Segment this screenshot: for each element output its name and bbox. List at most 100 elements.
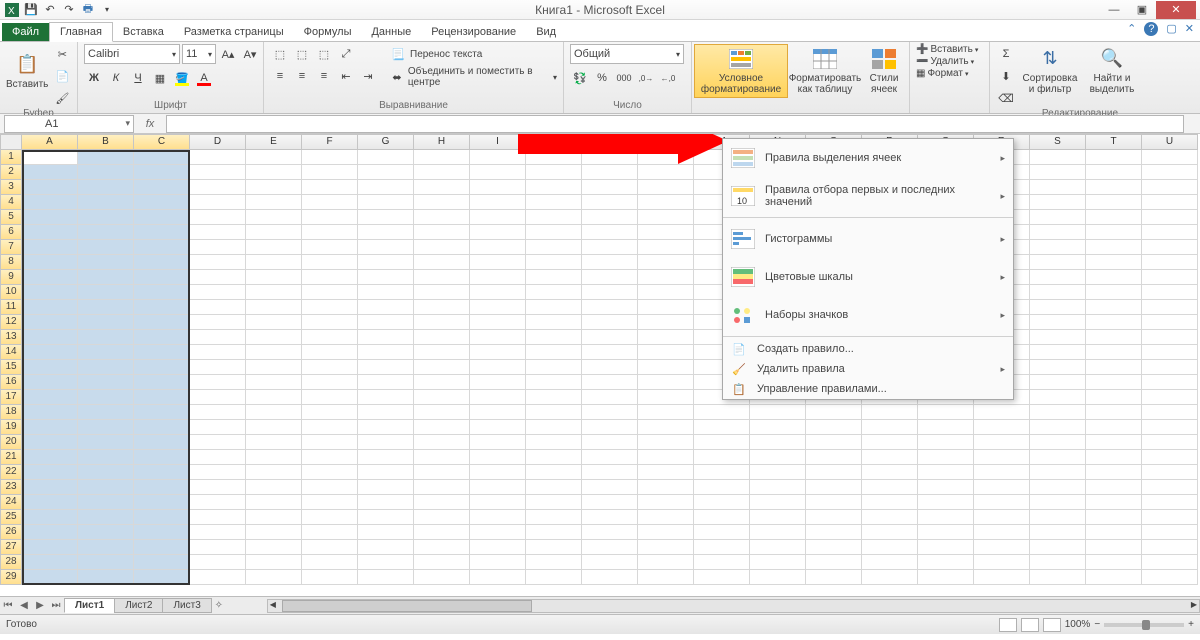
cell[interactable] [694,570,750,585]
cell[interactable] [1030,330,1086,345]
cell[interactable] [22,540,78,555]
italic-button[interactable]: К [106,68,126,88]
cell[interactable] [22,405,78,420]
cell[interactable] [78,510,134,525]
cell[interactable] [470,465,526,480]
column-header-U[interactable]: U [1142,134,1198,150]
cell[interactable] [358,435,414,450]
cell[interactable] [358,405,414,420]
sheet-nav-last[interactable]: ⏭ [48,600,64,611]
cell[interactable] [190,495,246,510]
cell[interactable] [638,510,694,525]
cell[interactable] [1142,345,1198,360]
cell[interactable] [78,375,134,390]
cf-icon-sets[interactable]: Наборы значков▸ [723,296,1013,334]
cell[interactable] [638,435,694,450]
cell[interactable] [1086,525,1142,540]
align-bottom-button[interactable]: ⬚ [314,44,334,64]
cell[interactable] [190,150,246,165]
cell[interactable] [414,345,470,360]
cell[interactable] [134,300,190,315]
cell[interactable] [638,195,694,210]
select-all-corner[interactable] [0,134,22,150]
cell[interactable] [302,555,358,570]
cell[interactable] [1086,270,1142,285]
merge-center-button[interactable]: ⬌Объединить и поместить в центре▾ [388,66,557,88]
cell[interactable] [1142,480,1198,495]
cell[interactable] [358,330,414,345]
cell[interactable] [1086,180,1142,195]
close-workbook-icon[interactable]: ✕ [1185,22,1194,36]
align-center-button[interactable]: ≡ [292,66,312,86]
cell[interactable] [190,270,246,285]
cell[interactable] [414,360,470,375]
cell[interactable] [862,405,918,420]
cell[interactable] [1030,285,1086,300]
font-size-combo[interactable]: 11▾ [182,44,216,64]
cell[interactable] [526,345,582,360]
cell[interactable] [78,450,134,465]
row-header-13[interactable]: 13 [0,330,22,345]
cell[interactable] [1086,150,1142,165]
cell[interactable] [694,450,750,465]
help-icon[interactable]: ? [1144,22,1158,36]
cell[interactable] [582,285,638,300]
row-header-16[interactable]: 16 [0,375,22,390]
cell[interactable] [358,300,414,315]
cell[interactable] [190,435,246,450]
cell[interactable] [582,465,638,480]
zoom-out-button[interactable]: − [1094,619,1100,630]
cell[interactable] [526,270,582,285]
cell[interactable] [1030,345,1086,360]
cell[interactable] [414,420,470,435]
align-top-button[interactable]: ⬚ [270,44,290,64]
underline-button[interactable]: Ч [128,68,148,88]
cell[interactable] [302,570,358,585]
column-header-F[interactable]: F [302,134,358,150]
cell[interactable] [750,480,806,495]
cell[interactable] [806,555,862,570]
cell[interactable] [694,420,750,435]
percent-button[interactable]: % [592,68,612,88]
cell[interactable] [302,300,358,315]
format-as-table-button[interactable]: Форматировать как таблицу [788,44,862,98]
cell[interactable] [1030,480,1086,495]
cell[interactable] [974,450,1030,465]
row-header-5[interactable]: 5 [0,210,22,225]
cell[interactable] [302,180,358,195]
cell[interactable] [414,450,470,465]
cell[interactable] [1142,420,1198,435]
cf-highlight-rules[interactable]: Правила выделения ячеек▸ [723,139,1013,177]
cell[interactable] [190,525,246,540]
cell[interactable] [78,525,134,540]
cf-color-scales[interactable]: Цветовые шкалы▸ [723,258,1013,296]
cell[interactable] [582,180,638,195]
cell[interactable] [78,570,134,585]
cell[interactable] [358,195,414,210]
cell[interactable] [22,330,78,345]
row-header-15[interactable]: 15 [0,360,22,375]
cell[interactable] [582,300,638,315]
cell[interactable] [918,405,974,420]
cell[interactable] [1086,390,1142,405]
cell[interactable] [918,570,974,585]
fx-button[interactable]: fx [140,118,160,130]
cell[interactable] [22,225,78,240]
cell[interactable] [414,555,470,570]
cell[interactable] [22,255,78,270]
cell[interactable] [526,450,582,465]
cell[interactable] [470,345,526,360]
cell[interactable] [806,435,862,450]
cell[interactable] [302,150,358,165]
cell[interactable] [302,225,358,240]
cell[interactable] [1086,510,1142,525]
cell[interactable] [582,210,638,225]
cell[interactable] [526,405,582,420]
cell[interactable] [22,150,78,165]
row-header-4[interactable]: 4 [0,195,22,210]
formulas-tab[interactable]: Формулы [294,23,362,41]
cell[interactable] [302,210,358,225]
cell[interactable] [638,255,694,270]
cell[interactable] [694,510,750,525]
cell[interactable] [582,390,638,405]
